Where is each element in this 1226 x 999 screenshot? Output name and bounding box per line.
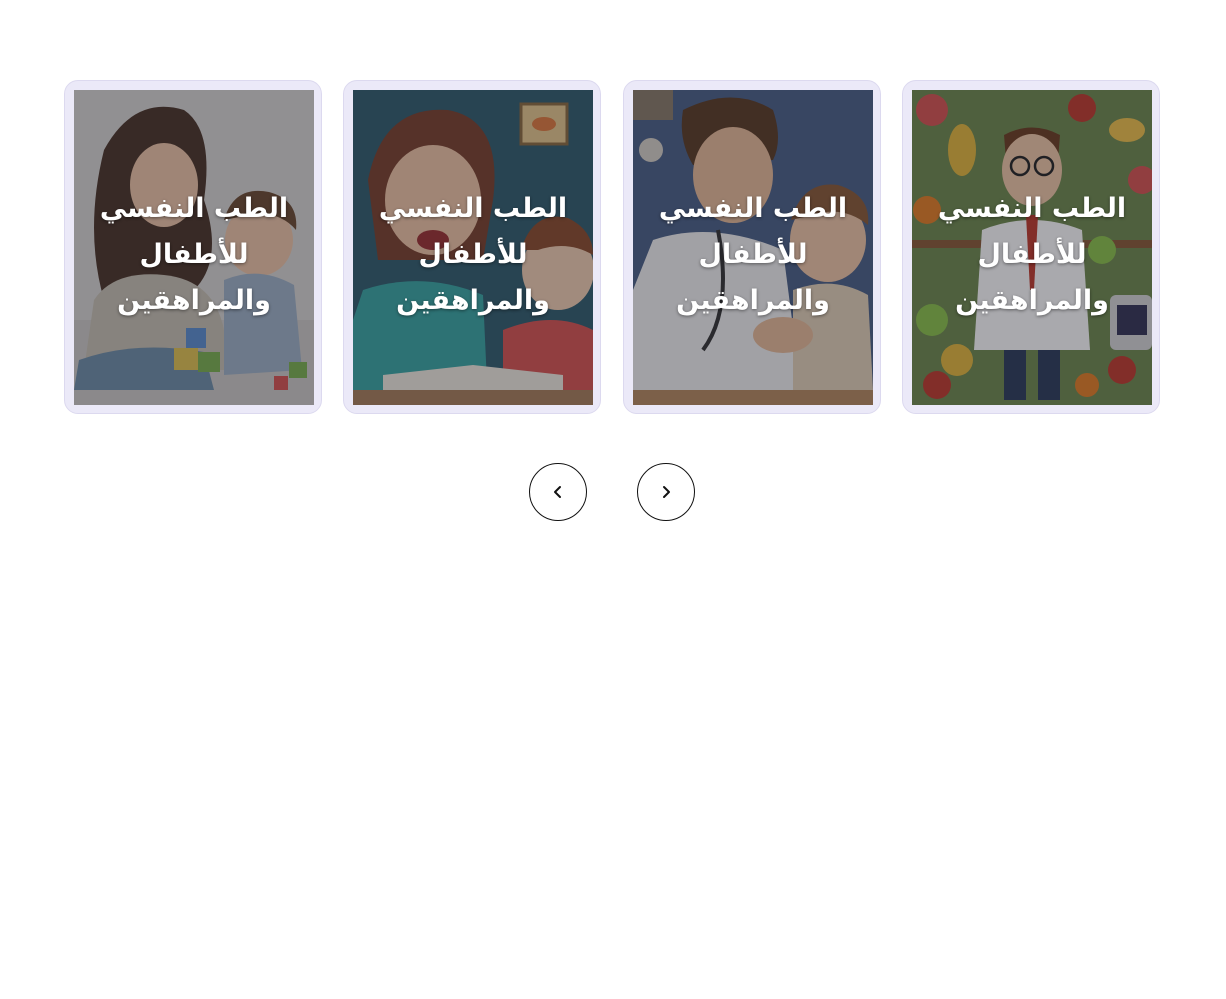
prev-button[interactable]	[529, 463, 587, 521]
service-card[interactable]: الطب النفسي للأطفال والمراهقين	[64, 80, 322, 414]
chevron-left-icon	[554, 486, 561, 498]
card-title: الطب النفسي للأطفال والمراهقين	[658, 193, 848, 316]
next-button[interactable]	[637, 463, 695, 521]
service-card[interactable]: الطب النفسي للأطفال والمراهقين	[343, 80, 601, 414]
card-image: الطب النفسي للأطفال والمراهقين	[912, 90, 1152, 405]
chevron-right-icon	[663, 486, 670, 498]
card-image: الطب النفسي للأطفال والمراهقين	[633, 90, 873, 405]
card-image: الطب النفسي للأطفال والمراهقين	[74, 90, 314, 405]
card-image: الطب النفسي للأطفال والمراهقين	[353, 90, 593, 405]
services-carousel: الطب النفسي للأطفال والمراهقين الطب النف…	[0, 0, 1226, 999]
service-card[interactable]: الطب النفسي للأطفال والمراهقين	[623, 80, 881, 414]
card-title: الطب النفسي للأطفال والمراهقين	[937, 193, 1127, 316]
card-title: الطب النفسي للأطفال والمراهقين	[99, 193, 289, 316]
service-card[interactable]: الطب النفسي للأطفال والمراهقين	[902, 80, 1160, 414]
card-title: الطب النفسي للأطفال والمراهقين	[378, 193, 568, 316]
